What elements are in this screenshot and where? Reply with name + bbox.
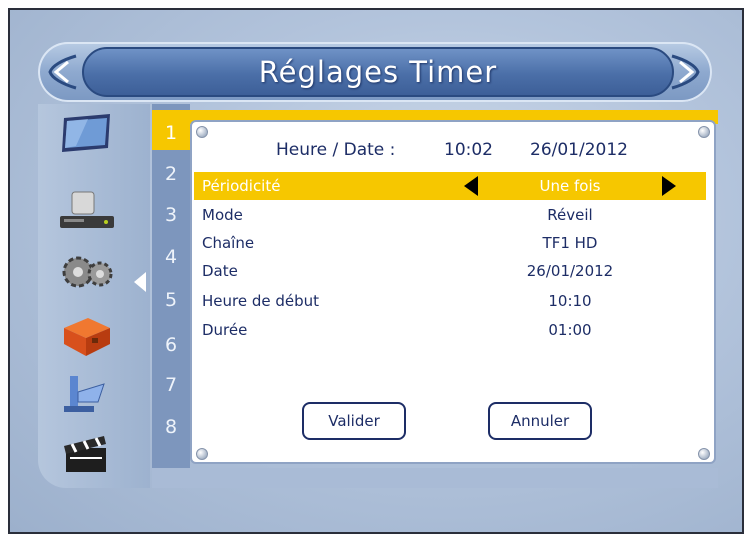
tv-screen-icon[interactable] [58,112,116,156]
screw-bottom-right-icon [698,448,710,460]
timer-slot-8[interactable]: 8 [152,416,190,438]
current-datetime-label: Heure / Date : [276,140,396,160]
date-label: Date [202,262,238,280]
channel-value[interactable]: TF1 HD [470,234,670,252]
current-date: 26/01/2012 [530,140,628,160]
panel-bottom-band [152,468,718,488]
start-time-value[interactable]: 10:10 [470,292,670,310]
satellite-dish-icon[interactable] [58,372,116,416]
gears-icon[interactable] [58,250,116,294]
duration-label: Durée [202,321,248,339]
clapperboard-icon[interactable] [58,432,116,476]
timer-slot-6[interactable]: 6 [152,334,190,356]
page-title: Réglages Timer [258,55,498,89]
toolbox-icon[interactable] [58,314,116,358]
duration-value[interactable]: 01:00 [470,321,670,339]
title-right-ornament-icon [671,54,700,90]
periodicity-value[interactable]: Une fois [470,177,670,195]
mode-value[interactable]: Réveil [470,206,670,224]
screw-bottom-left-icon [196,448,208,460]
timer-slot-2[interactable]: 2 [152,163,190,185]
receiver-icon[interactable] [58,188,116,232]
current-time: 10:02 [444,140,493,160]
menu-sidebar [38,104,150,488]
timer-slot-5[interactable]: 5 [152,289,190,311]
screw-top-right-icon [698,126,710,138]
timer-slot-7[interactable]: 7 [152,374,190,396]
date-value[interactable]: 26/01/2012 [470,262,670,280]
cancel-button[interactable]: Annuler [488,402,592,440]
sidebar-selection-arrow-icon [134,272,146,292]
timer-slot-4[interactable]: 4 [152,246,190,268]
validate-button[interactable]: Valider [302,402,406,440]
periodicity-label: Périodicité [202,177,281,195]
timer-slot-3[interactable]: 3 [152,204,190,226]
screw-top-left-icon [196,126,208,138]
mode-label: Mode [202,206,243,224]
title-left-ornament-icon [48,54,77,90]
start-time-label: Heure de début [202,292,320,310]
channel-label: Chaîne [202,234,255,252]
timer-slot-1[interactable]: 1 [152,116,190,150]
